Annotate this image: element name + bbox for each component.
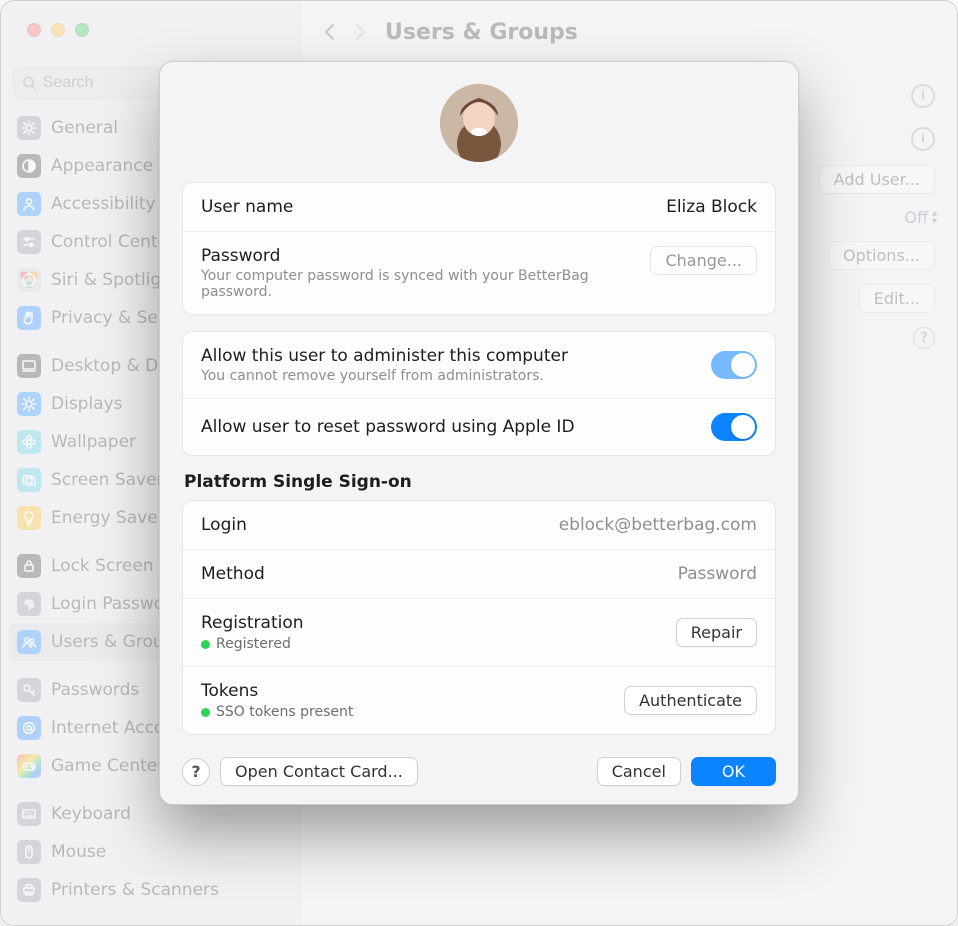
method-value: Password: [678, 564, 757, 584]
admin-toggle[interactable]: [711, 351, 757, 379]
admin-sublabel: You cannot remove yourself from administ…: [201, 368, 697, 384]
password-label: Password: [201, 246, 636, 266]
tokens-label: Tokens: [201, 681, 610, 701]
help-button[interactable]: ?: [182, 758, 210, 786]
permissions-card: Allow this user to administer this compu…: [182, 331, 776, 456]
repair-button[interactable]: Repair: [676, 618, 757, 647]
login-label: Login: [201, 515, 247, 535]
username-label: User name: [201, 197, 293, 217]
user-detail-dialog: User name Eliza Block Password Your comp…: [159, 61, 799, 805]
change-password-button[interactable]: Change...: [650, 246, 757, 275]
ok-button[interactable]: OK: [691, 757, 776, 786]
status-dot-icon: [201, 708, 210, 717]
identity-card: User name Eliza Block Password Your comp…: [182, 182, 776, 315]
psso-heading: Platform Single Sign-on: [182, 472, 776, 494]
tokens-status: SSO tokens present: [216, 704, 353, 720]
dialog-footer: ? Open Contact Card... Cancel OK: [182, 751, 776, 786]
method-label: Method: [201, 564, 265, 584]
login-value: eblock@betterbag.com: [559, 515, 757, 535]
cancel-button[interactable]: Cancel: [597, 757, 681, 786]
registration-status: Registered: [216, 636, 291, 652]
system-settings-window: GeneralAppearanceAccessibilityControl Ce…: [0, 0, 958, 926]
authenticate-button[interactable]: Authenticate: [624, 686, 757, 715]
password-sublabel: Your computer password is synced with yo…: [201, 268, 636, 300]
user-avatar[interactable]: [440, 84, 518, 162]
reset-appleid-label: Allow user to reset password using Apple…: [201, 417, 697, 437]
registration-label: Registration: [201, 613, 662, 633]
reset-appleid-toggle[interactable]: [711, 413, 757, 441]
modal-scrim: User name Eliza Block Password Your comp…: [1, 1, 957, 925]
psso-card: Login eblock@betterbag.com Method Passwo…: [182, 500, 776, 735]
username-value: Eliza Block: [666, 197, 757, 217]
status-dot-icon: [201, 640, 210, 649]
open-contact-card-button[interactable]: Open Contact Card...: [220, 757, 418, 786]
admin-label: Allow this user to administer this compu…: [201, 346, 697, 366]
